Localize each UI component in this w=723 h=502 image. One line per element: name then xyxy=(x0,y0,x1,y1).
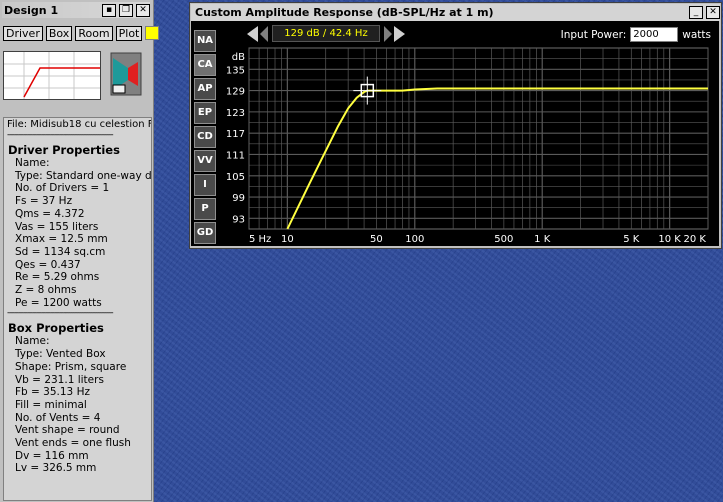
divider: ----------------------------------------… xyxy=(7,130,114,140)
box-property: Lv = 326.5 mm xyxy=(15,462,97,475)
copy-icon[interactable]: ❐ xyxy=(119,3,133,17)
plot-button-ep[interactable]: EP xyxy=(194,102,216,124)
cursor-nav: 129 dB / 42.4 Hz xyxy=(247,25,405,42)
plot-button-vv[interactable]: VV xyxy=(194,150,216,172)
x-tick-label: 5 K xyxy=(623,234,640,245)
input-power-label: Input Power: xyxy=(560,28,627,41)
x-tick-label: 500 xyxy=(494,234,513,245)
color-swatch[interactable] xyxy=(145,26,160,40)
x-tick-label: 50 xyxy=(370,234,383,245)
design-title: Design 1 xyxy=(4,3,59,17)
x-tick-label: 10 K xyxy=(658,234,681,245)
driver-property: Z = 8 ohms xyxy=(15,284,77,297)
cursor-box xyxy=(360,83,375,98)
step-right-icon[interactable] xyxy=(394,25,405,42)
box-property: Vent ends = one flush xyxy=(15,437,131,450)
box-property: Name: xyxy=(15,335,50,348)
fine-left-icon[interactable] xyxy=(260,25,268,42)
driver-property: No. of Drivers = 1 xyxy=(15,182,110,195)
close-icon[interactable]: ✕ xyxy=(136,3,150,17)
box-property: Fill = minimal xyxy=(15,398,87,411)
driver-property: Re = 5.29 ohms xyxy=(15,271,100,284)
driver-property: Qms = 4.372 xyxy=(15,207,85,220)
plot-button-ca[interactable]: CA xyxy=(194,54,216,76)
y-tick-label: 105 xyxy=(226,172,245,183)
response-curve xyxy=(286,87,708,230)
plot-button-i[interactable]: I xyxy=(194,174,216,196)
chart-area: NA CA AP EP CD VV I P GD 129 dB / 42.4 H… xyxy=(191,21,719,246)
y-tick-label: 129 xyxy=(226,87,245,98)
box-property: Vb = 231.1 liters xyxy=(15,373,104,386)
thumbnail-plot xyxy=(4,52,100,99)
driver-property: Vas = 155 liters xyxy=(15,220,99,233)
x-tick-label: 1 K xyxy=(534,234,551,245)
box-property: Dv = 116 mm xyxy=(15,449,89,462)
driver-property: Fs = 37 Hz xyxy=(15,195,73,208)
tab-room[interactable]: Room xyxy=(75,26,113,41)
box-property: Fb = 35.13 Hz xyxy=(15,386,90,399)
box-property: No. of Vents = 4 xyxy=(15,411,101,424)
close-icon[interactable]: ✕ xyxy=(706,6,720,19)
box-property: Vent shape = round xyxy=(15,424,120,437)
driver-property: Type: Standard one-way drive xyxy=(15,169,152,182)
design-tabs: Driver Box Room Plot xyxy=(3,26,160,41)
input-power-unit: watts xyxy=(682,28,711,41)
tab-box[interactable]: Box xyxy=(45,26,73,41)
driver-property: Qes = 0.437 xyxy=(15,258,81,271)
x-tick-label: 5 Hz xyxy=(249,234,271,245)
tab-driver[interactable]: Driver xyxy=(3,26,43,41)
cursor-readout: 129 dB / 42.4 Hz xyxy=(272,25,380,42)
minimize-icon[interactable]: _ xyxy=(689,6,703,19)
y-tick-label: 117 xyxy=(226,129,245,140)
x-tick-label: 20 K xyxy=(684,234,707,245)
plot-window: Custom Amplitude Response (dB-SPL/Hz at … xyxy=(189,2,722,249)
tab-plot[interactable]: Plot xyxy=(115,26,143,41)
properties-list: File: Midisub18 cu celestion FTR1 ------… xyxy=(3,117,152,501)
y-tick-label: 93 xyxy=(232,214,245,225)
design-panel: Design 1 ▪ ❐ ✕ Driver Box Room Plot File… xyxy=(0,0,160,502)
plot-button-gd[interactable]: GD xyxy=(194,222,216,244)
input-power: Input Power: watts xyxy=(561,27,711,42)
plot-button-na[interactable]: NA xyxy=(194,30,216,52)
x-tick-label: 100 xyxy=(405,234,424,245)
y-tick-label: 123 xyxy=(226,108,245,119)
plot-button-p[interactable]: P xyxy=(194,198,216,220)
box-properties-heading: Box Properties xyxy=(8,321,104,336)
plot-button-cd[interactable]: CD xyxy=(194,126,216,148)
driver-property: Xmax = 12.5 mm xyxy=(15,233,108,246)
plot-title: Custom Amplitude Response (dB-SPL/Hz at … xyxy=(195,6,494,19)
y-tick-label: 99 xyxy=(232,193,245,204)
box-property: Type: Vented Box xyxy=(15,348,106,361)
y-tick-label: 135 xyxy=(226,65,245,76)
driver-property: Sd = 1134 sq.cm xyxy=(15,245,106,258)
save-icon[interactable]: ▪ xyxy=(102,3,116,17)
plot-title-bar: Custom Amplitude Response (dB-SPL/Hz at … xyxy=(191,4,720,21)
driver-property: Name: xyxy=(15,157,50,169)
speaker-box-icon[interactable] xyxy=(110,52,142,96)
design-title-bar: Design 1 ▪ ❐ ✕ xyxy=(2,2,150,18)
response-thumbnail[interactable] xyxy=(3,51,101,100)
y-tick-label: 111 xyxy=(226,150,245,161)
driver-properties-heading: Driver Properties xyxy=(8,143,120,157)
amplitude-chart: 135 129 123 117 111 105 99 93 dB 5 Hz 10 50 100 500 1 … xyxy=(226,47,709,245)
input-power-field[interactable] xyxy=(630,27,679,42)
y-axis-label: dB xyxy=(232,52,245,63)
plot-button-ap[interactable]: AP xyxy=(194,78,216,100)
x-tick-label: 10 xyxy=(281,234,294,245)
box-property: Shape: Prism, square xyxy=(15,360,127,373)
fine-right-icon[interactable] xyxy=(384,25,392,42)
step-left-icon[interactable] xyxy=(247,25,258,42)
divider: ----------------------------------------… xyxy=(7,308,114,319)
plot-frame xyxy=(248,47,709,230)
